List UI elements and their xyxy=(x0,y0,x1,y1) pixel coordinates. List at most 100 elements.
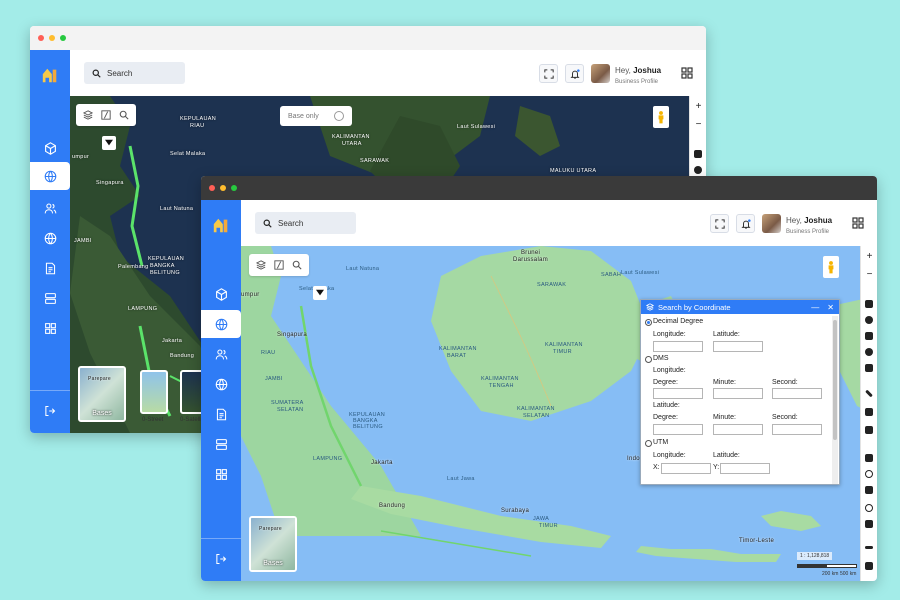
eraser-icon[interactable] xyxy=(865,426,873,434)
apps-grid-icon[interactable] xyxy=(681,67,693,79)
sidebar-item-apps[interactable] xyxy=(201,460,241,488)
scrollbar-thumb[interactable] xyxy=(833,320,837,440)
fullscreen-button[interactable] xyxy=(539,64,558,83)
longitude-label: Longitude: xyxy=(653,331,686,338)
bell-icon xyxy=(569,68,580,79)
search-input[interactable]: Search xyxy=(255,212,356,234)
utm-y-field[interactable] xyxy=(720,463,770,474)
slash-icon[interactable] xyxy=(274,260,284,270)
utm-radio[interactable] xyxy=(645,440,652,447)
panel-scrollbar[interactable] xyxy=(832,316,838,484)
minimize-icon[interactable]: — xyxy=(811,303,819,312)
street-view-button[interactable] xyxy=(823,256,839,278)
sidebar-item-apps[interactable] xyxy=(30,314,70,342)
dd-longitude-field[interactable] xyxy=(653,341,703,352)
ruler-icon[interactable] xyxy=(865,389,873,398)
dd-latitude-field[interactable] xyxy=(713,341,763,352)
close-dot[interactable] xyxy=(38,35,44,41)
sidebar xyxy=(201,200,241,581)
zoom-search-icon[interactable] xyxy=(865,300,873,308)
pegman-icon xyxy=(658,111,664,124)
fullscreen-button[interactable] xyxy=(710,214,729,233)
basemap-label: 0-Satelli xyxy=(180,417,202,423)
maximize-dot[interactable] xyxy=(60,35,66,41)
dms-lat-degree-field[interactable] xyxy=(653,424,703,435)
greeting-text: Hey, xyxy=(615,66,631,75)
maximize-dot[interactable] xyxy=(231,185,237,191)
notification-button[interactable] xyxy=(736,214,755,233)
search-icon[interactable] xyxy=(119,110,129,120)
sidebar-item-users[interactable] xyxy=(30,194,70,222)
ring-icon[interactable] xyxy=(865,504,873,512)
minimize-dot[interactable] xyxy=(220,185,226,191)
search-input[interactable]: Search xyxy=(84,62,185,84)
layers-icon[interactable] xyxy=(83,110,93,120)
map-label: JAWA xyxy=(533,516,550,522)
cube-tool-icon[interactable] xyxy=(865,364,873,372)
zoom-out-icon[interactable]: − xyxy=(865,270,874,280)
logout-button[interactable] xyxy=(201,547,241,571)
map-label: TIMUR xyxy=(553,349,572,355)
base-only-toggle[interactable]: Base only xyxy=(280,106,352,126)
zoom-in-icon[interactable]: + xyxy=(865,252,874,262)
dms-lat-second-field[interactable] xyxy=(772,424,822,435)
dms-lon-second-field[interactable] xyxy=(772,388,822,399)
search-icon xyxy=(92,69,101,78)
circle-icon[interactable] xyxy=(865,470,873,478)
street-view-button[interactable] xyxy=(653,106,669,128)
eraser-icon[interactable] xyxy=(865,520,873,528)
bookmark-icon[interactable] xyxy=(865,562,873,570)
sidebar-item-users[interactable] xyxy=(201,340,241,368)
sidebar-item-globe[interactable] xyxy=(30,224,70,252)
info-icon[interactable] xyxy=(694,166,702,174)
notification-button[interactable] xyxy=(565,64,584,83)
map-label: KALIMANTAN xyxy=(545,342,583,348)
basemap-thumb-bases[interactable]: Parepare Bases xyxy=(249,516,297,572)
sidebar-item-map[interactable] xyxy=(30,162,70,190)
dms-lon-minute-field[interactable] xyxy=(713,388,763,399)
crosshair-icon[interactable] xyxy=(865,332,873,340)
zoom-in-icon[interactable]: + xyxy=(694,102,703,112)
sidebar-item-3d[interactable] xyxy=(201,280,241,308)
location-icon[interactable] xyxy=(865,348,873,356)
zoom-search-icon[interactable] xyxy=(694,150,702,158)
measure-icon[interactable] xyxy=(865,408,873,416)
map-label: UTARA xyxy=(342,141,362,147)
avatar[interactable] xyxy=(762,214,781,233)
map-label: RIAU xyxy=(261,350,276,356)
dms-radio[interactable] xyxy=(645,356,652,363)
sidebar-item-map[interactable] xyxy=(201,310,241,338)
second-label: Second: xyxy=(772,379,798,386)
top-header: Search Hey, Joshua Business Profile xyxy=(241,200,877,246)
decimal-degree-radio[interactable] xyxy=(645,319,652,326)
basemap-thumb-bases[interactable]: Parepare Bases xyxy=(78,366,126,422)
filter-button[interactable] xyxy=(102,136,116,150)
sidebar-item-documents[interactable] xyxy=(201,400,241,428)
close-icon[interactable]: ✕ xyxy=(827,303,834,312)
info-icon[interactable] xyxy=(865,316,873,324)
sidebar-item-database[interactable] xyxy=(30,284,70,312)
menu-icon[interactable] xyxy=(865,546,873,549)
sidebar-item-3d[interactable] xyxy=(30,134,70,162)
apps-grid-icon[interactable] xyxy=(852,217,864,229)
slash-icon[interactable] xyxy=(101,110,111,120)
map-label: MALUKU UTARA xyxy=(550,168,597,174)
close-dot[interactable] xyxy=(209,185,215,191)
search-icon[interactable] xyxy=(292,260,302,270)
utm-x-field[interactable] xyxy=(661,463,711,474)
sidebar-item-globe[interactable] xyxy=(201,370,241,398)
minimize-dot[interactable] xyxy=(49,35,55,41)
grid-tool-icon[interactable] xyxy=(865,486,873,494)
dms-lat-minute-field[interactable] xyxy=(713,424,763,435)
basemap-thumb-street[interactable] xyxy=(140,370,168,414)
pegman-icon xyxy=(828,261,834,274)
filter-button[interactable] xyxy=(313,286,327,300)
layers-icon[interactable] xyxy=(256,260,266,270)
zoom-out-icon[interactable]: − xyxy=(694,120,703,130)
avatar[interactable] xyxy=(591,64,610,83)
sidebar-item-database[interactable] xyxy=(201,430,241,458)
sidebar-item-documents[interactable] xyxy=(30,254,70,282)
dms-lon-degree-field[interactable] xyxy=(653,388,703,399)
table-icon[interactable] xyxy=(865,454,873,462)
logout-button[interactable] xyxy=(30,399,70,423)
